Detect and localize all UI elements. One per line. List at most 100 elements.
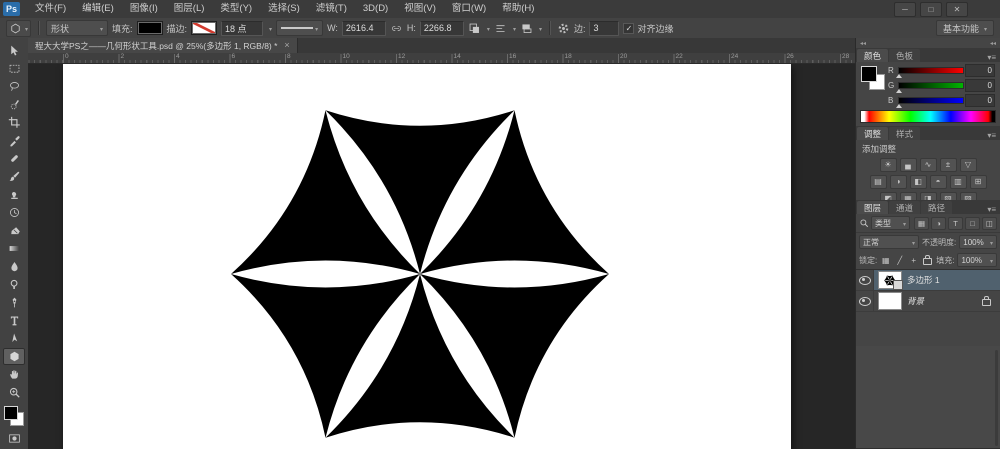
gradient-tool[interactable] — [3, 240, 25, 257]
tool-preset-button[interactable] — [6, 20, 31, 37]
brightness-contrast-adjustment-icon[interactable]: ☀ — [880, 158, 897, 172]
layer-thumbnail[interactable] — [878, 292, 902, 310]
align-edges-checkbox[interactable]: 对齐边缘 — [623, 22, 673, 35]
layer-thumbnail[interactable] — [878, 271, 902, 289]
levels-adjustment-icon[interactable]: ▄ — [900, 158, 917, 172]
panel-menu-icon[interactable]: ▾≡ — [983, 53, 1000, 62]
foreground-color-swatch[interactable] — [4, 406, 18, 420]
menu-item-type[interactable]: 类型(Y) — [212, 0, 260, 18]
lock-transparent-pixels-icon[interactable]: ▦ — [880, 255, 891, 266]
type-tool[interactable] — [3, 312, 25, 329]
black-white-adjustment-icon[interactable]: ◧ — [910, 175, 927, 189]
lock-image-pixels-icon[interactable]: ╱ — [894, 255, 905, 266]
blend-mode-select[interactable]: 正常 — [859, 235, 919, 249]
adjustment-layers-filter-icon[interactable]: ◑ — [931, 217, 946, 230]
blur-tool[interactable] — [3, 258, 25, 275]
close-document-icon[interactable]: × — [284, 41, 289, 50]
pen-tool[interactable] — [3, 294, 25, 311]
menu-item-3d[interactable]: 3D(D) — [355, 0, 396, 18]
panel-menu-icon[interactable]: ▾≡ — [983, 131, 1000, 140]
layer-row[interactable]: 背景 — [856, 291, 1000, 312]
hand-tool[interactable] — [3, 366, 25, 383]
menu-item-select[interactable]: 选择(S) — [260, 0, 308, 18]
foreground-background-swatches[interactable] — [3, 405, 25, 427]
layers-tab[interactable]: 路径 — [921, 201, 952, 214]
layers-tab[interactable]: 通道 — [889, 201, 920, 214]
type-layers-filter-icon[interactable]: T — [948, 217, 963, 230]
fill-color-swatch[interactable] — [137, 21, 163, 35]
vibrance-adjustment-icon[interactable]: ▽ — [960, 158, 977, 172]
collapse-panels-icon[interactable]: ◂◂ — [990, 40, 996, 47]
pixel-layers-filter-icon[interactable]: ▦ — [914, 217, 929, 230]
zoom-tool[interactable] — [3, 384, 25, 401]
layers-tab[interactable]: 图层 — [857, 201, 888, 214]
quick-mask-button[interactable] — [3, 430, 25, 447]
menu-item-window[interactable]: 窗口(W) — [444, 0, 494, 18]
slider-handle[interactable] — [896, 104, 902, 108]
collapse-panels-icon[interactable]: ◂◂ — [860, 40, 866, 47]
dodge-tool[interactable] — [3, 276, 25, 293]
channel-slider[interactable] — [898, 97, 964, 104]
sides-field[interactable]: 3 — [589, 21, 619, 36]
panel-foreground-background-swatches[interactable] — [861, 66, 885, 90]
channel-value-field[interactable]: 0 — [965, 79, 995, 92]
menu-item-view[interactable]: 视图(V) — [396, 0, 444, 18]
smart-objects-filter-icon[interactable]: ◫ — [982, 217, 997, 230]
quick-selection-tool[interactable] — [3, 96, 25, 113]
history-brush-tool[interactable] — [3, 204, 25, 221]
stroke-color-swatch[interactable] — [191, 21, 217, 35]
color-spectrum-bar[interactable] — [860, 110, 996, 123]
shape-tool[interactable] — [3, 348, 25, 365]
channel-slider[interactable] — [898, 67, 964, 74]
photo-filter-adjustment-icon[interactable]: ◓ — [930, 175, 947, 189]
curves-adjustment-icon[interactable]: ∿ — [920, 158, 937, 172]
shape-width-field[interactable]: 2616.4 — [342, 21, 386, 36]
lock-all-icon[interactable] — [922, 255, 933, 266]
path-selection-tool[interactable] — [3, 330, 25, 347]
exposure-adjustment-icon[interactable]: ± — [940, 158, 957, 172]
channel-mixer-adjustment-icon[interactable]: ▥ — [950, 175, 967, 189]
minimize-button[interactable]: ─ — [894, 2, 916, 17]
color-tab[interactable]: 色板 — [889, 49, 920, 62]
slider-handle[interactable] — [896, 74, 902, 78]
layer-row-content[interactable]: 背景 — [874, 291, 1000, 311]
color-lookup-adjustment-icon[interactable]: ⊞ — [970, 175, 987, 189]
move-tool[interactable] — [3, 42, 25, 59]
panel-menu-icon[interactable]: ▾≡ — [983, 205, 1000, 214]
geometry-options-gear-icon[interactable] — [557, 22, 570, 35]
chevron-down-icon[interactable] — [267, 23, 272, 33]
marquee-tool[interactable] — [3, 60, 25, 77]
document-tab[interactable]: 程大大学PS之——几何形状工具.psd @ 25%(多边形 1, RGB/8) … — [28, 38, 298, 53]
menu-item-filter[interactable]: 滤镜(T) — [308, 0, 355, 18]
fill-select[interactable]: 100% — [957, 253, 997, 267]
adjustments-tab[interactable]: 调整 — [857, 127, 888, 140]
crop-tool[interactable] — [3, 114, 25, 131]
channel-value-field[interactable]: 0 — [965, 94, 995, 107]
menu-item-edit[interactable]: 编辑(E) — [74, 0, 122, 18]
layer-row[interactable]: 多边形 1 — [856, 270, 1000, 291]
link-dimensions-icon[interactable] — [390, 22, 403, 35]
canvas[interactable] — [63, 64, 791, 449]
clone-stamp-tool[interactable] — [3, 186, 25, 203]
path-alignment-button[interactable] — [494, 22, 507, 35]
shape-layers-filter-icon[interactable]: □ — [965, 217, 980, 230]
channel-slider[interactable] — [898, 82, 964, 89]
layer-visibility-toggle[interactable] — [856, 270, 874, 290]
tool-mode-select[interactable]: 形状 — [46, 20, 108, 36]
path-arrangement-button[interactable] — [520, 22, 533, 35]
stroke-type-select[interactable] — [276, 20, 323, 36]
channel-value-field[interactable]: 0 — [965, 64, 995, 77]
layer-row-content[interactable]: 多边形 1 — [874, 270, 1000, 290]
hue-saturation-adjustment-icon[interactable]: ▤ — [870, 175, 887, 189]
slider-handle[interactable] — [896, 89, 902, 93]
workspace-switcher-button[interactable]: 基本功能 — [936, 20, 994, 36]
foreground-color-swatch[interactable] — [861, 66, 877, 82]
maximize-button[interactable]: □ — [920, 2, 942, 17]
shape-height-field[interactable]: 2266.8 — [420, 21, 464, 36]
eyedropper-tool[interactable] — [3, 132, 25, 149]
opacity-select[interactable]: 100% — [959, 235, 997, 249]
menu-item-help[interactable]: 帮助(H) — [494, 0, 542, 18]
layer-visibility-toggle[interactable] — [856, 291, 874, 311]
path-operations-button[interactable] — [468, 22, 481, 35]
menu-item-image[interactable]: 图像(I) — [122, 0, 166, 18]
